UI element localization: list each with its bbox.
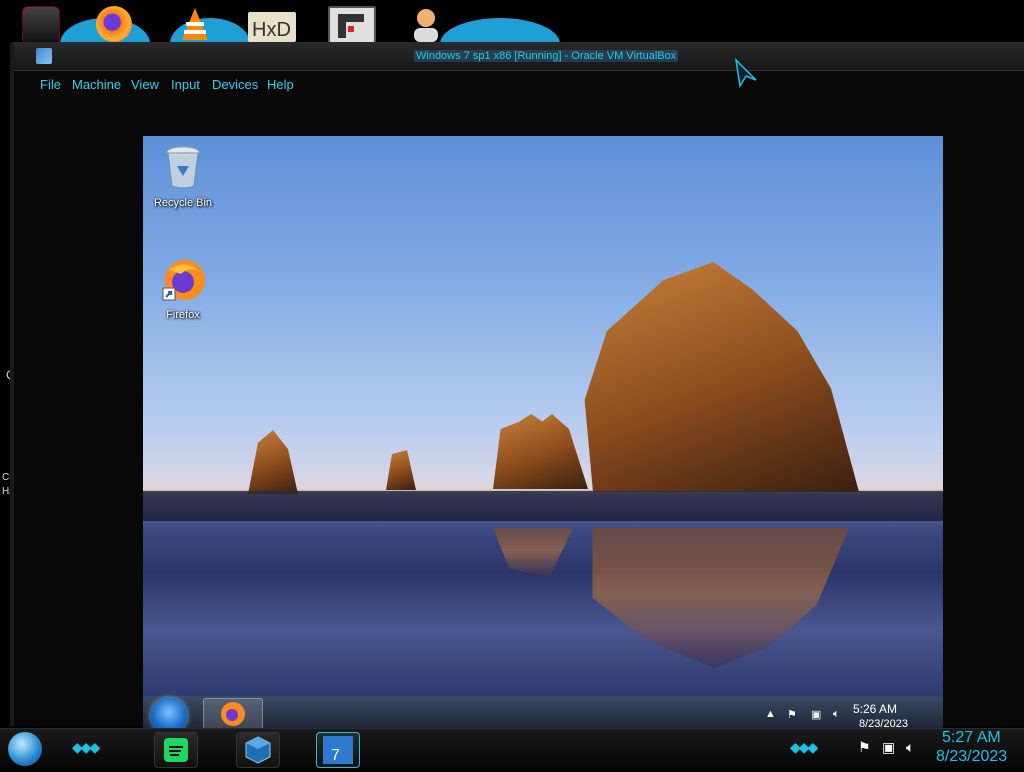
recycle-bin-icon — [166, 146, 200, 189]
action-center-flag-icon[interactable]: ⚑ — [787, 708, 797, 721]
app-icon[interactable] — [328, 6, 376, 46]
vlc-icon[interactable] — [178, 6, 212, 42]
title-bar[interactable]: Windows 7 sp1 x86 [Running] - Oracle VM … — [14, 42, 1024, 71]
menu-machine[interactable]: Machine — [72, 77, 121, 92]
firefox-icon[interactable] — [96, 6, 132, 42]
host-clock-time[interactable]: 5:27 AM — [942, 729, 1001, 747]
desktop-icon-recycle-bin[interactable]: Recycle Bin — [151, 144, 215, 209]
show-hidden-icons-icon[interactable]: ▲ — [765, 708, 776, 720]
sea-stack — [386, 450, 416, 490]
taskbar-vm-window-button[interactable]: 7 — [316, 732, 360, 768]
user-icon[interactable] — [408, 6, 444, 42]
menu-bar: File Machine View Input Devices Help — [14, 72, 1024, 96]
app-icon[interactable] — [22, 6, 60, 44]
sea-stack — [248, 430, 298, 494]
mouse-cursor-icon — [734, 58, 757, 88]
flag-icon[interactable]: ⚑ — [858, 739, 871, 756]
menu-file[interactable]: File — [40, 77, 61, 92]
menu-help[interactable]: Help — [267, 77, 294, 92]
dock-wave — [440, 18, 560, 44]
host-taskbar: ◆◆◆ ◆◆◆ 7 ⚑ ▣ 🔈︎ 5:27 AM 8/23/2023 — [0, 728, 1024, 769]
network-icon[interactable]: ▣ — [811, 708, 821, 721]
decoration-chevrons: ◆◆◆ — [790, 739, 818, 755]
guest-clock-time[interactable]: 5:26 AM — [853, 702, 897, 716]
taskbar-virtualbox-button[interactable] — [236, 732, 280, 768]
host-clock-date[interactable]: 8/23/2023 — [936, 748, 1007, 766]
decoration-chevrons: ◆◆◆ — [72, 739, 100, 755]
menu-devices[interactable]: Devices — [212, 77, 258, 92]
desktop-icon-firefox[interactable]: Firefox — [151, 256, 215, 321]
guest-desktop[interactable]: Recycle Bin Firefox — [143, 136, 943, 696]
menu-input[interactable]: Input — [171, 77, 200, 92]
svg-text:HxD: HxD — [252, 19, 291, 41]
firefox-icon — [162, 260, 205, 301]
taskbar-spotify-button[interactable] — [154, 732, 198, 768]
vm-badge-label: 7 — [331, 747, 340, 764]
hxd-icon[interactable]: HxD — [248, 12, 296, 42]
rock-reflection — [592, 528, 849, 668]
window-title: Windows 7 sp1 x86 [Running] - Oracle VM … — [414, 50, 679, 62]
start-orb-icon[interactable] — [8, 732, 42, 766]
volume-icon[interactable]: 🔈︎ — [906, 739, 914, 756]
rock-reflection — [493, 528, 573, 578]
sea-stack — [493, 414, 588, 489]
vm-system-icon[interactable] — [36, 48, 52, 64]
haystack-rock — [584, 262, 859, 492]
volume-icon[interactable]: 🔈︎ — [833, 708, 840, 721]
desktop-icon-label: Recycle Bin — [153, 197, 213, 209]
desktop-icon-label: Firefox — [166, 309, 200, 321]
guest-taskbar: ▲ ⚑ ▣ 🔈︎ 5:26 AM 8/23/2023 — [143, 696, 943, 734]
network-icon[interactable]: ▣ — [882, 739, 895, 756]
host-dock: HxD — [0, 0, 1024, 46]
menu-view[interactable]: View — [131, 77, 159, 92]
beach-shore — [143, 491, 943, 521]
taskbar-firefox-button[interactable] — [203, 698, 263, 730]
